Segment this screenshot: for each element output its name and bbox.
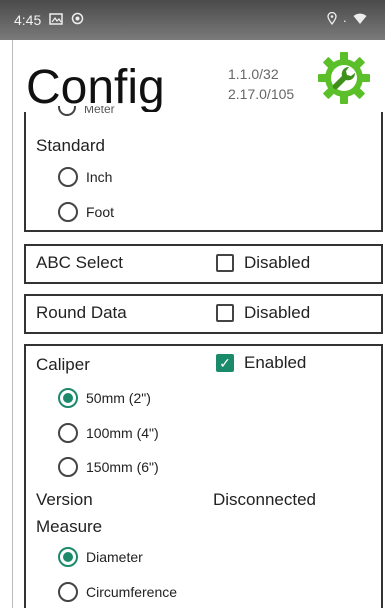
status-left: 4:45 (14, 12, 84, 28)
version-status: Disconnected (213, 490, 317, 509)
round-data-checkbox[interactable] (216, 304, 234, 322)
circumference-radio[interactable] (58, 582, 78, 602)
abc-select-checkbox[interactable] (216, 254, 234, 272)
size-50mm-radio[interactable] (58, 388, 78, 408)
location-icon (327, 11, 337, 28)
image-icon (49, 12, 63, 28)
standard-label: Standard (36, 136, 105, 155)
size-100mm-option[interactable]: 100mm (4") (58, 423, 159, 443)
diameter-option[interactable]: Diameter (58, 547, 143, 567)
meter-option-partial[interactable]: Meter (58, 106, 115, 120)
version-line-1: 1.1.0/32 (228, 66, 279, 82)
clock: 4:45 (14, 12, 42, 28)
round-data-state: Disabled (244, 303, 311, 322)
size-100mm-radio[interactable] (58, 423, 78, 443)
inch-radio[interactable] (58, 167, 78, 187)
wifi-icon (353, 13, 367, 28)
meter-label: Meter (84, 106, 115, 116)
abc-select-toggle[interactable]: Disabled (216, 253, 310, 273)
caliper-checkbox[interactable]: ✓ (216, 354, 234, 372)
circumference-label: Circumference (86, 584, 178, 600)
gear-wrench-icon[interactable] (316, 50, 372, 106)
version-label: Version (36, 490, 93, 509)
foot-label: Foot (86, 204, 115, 220)
round-data-label: Round Data (36, 303, 127, 322)
size-150mm-radio[interactable] (58, 457, 78, 477)
abc-select-label: ABC Select (36, 253, 123, 272)
measure-label: Measure (36, 517, 103, 536)
circumference-option[interactable]: Circumference (58, 582, 177, 602)
caliper-label: Caliper (36, 355, 90, 374)
size-150mm-option[interactable]: 150mm (6") (58, 457, 159, 477)
diameter-label: Diameter (86, 549, 143, 565)
foot-radio[interactable] (58, 202, 78, 222)
dot-separator: · (342, 12, 347, 28)
size-50mm-option[interactable]: 50mm (2") (58, 388, 151, 408)
size-150mm-label: 150mm (6") (86, 459, 159, 475)
status-bar: 4:45 · (0, 0, 385, 40)
size-100mm-label: 100mm (4") (86, 425, 159, 441)
diameter-radio[interactable] (58, 547, 78, 567)
foot-option[interactable]: Foot (58, 202, 114, 222)
caliper-state: Enabled (244, 353, 307, 372)
version-line-2: 2.17.0/105 (228, 86, 295, 102)
meter-radio[interactable] (58, 106, 76, 116)
circle-icon (71, 12, 84, 28)
size-50mm-label: 50mm (2") (86, 390, 151, 406)
inch-label: Inch (86, 169, 113, 185)
version-info: 1.1.0/32 2.17.0/105 (228, 64, 294, 104)
abc-select-state: Disabled (244, 253, 311, 272)
status-right: · (327, 11, 367, 28)
round-data-toggle[interactable]: Disabled (216, 303, 310, 323)
caliper-toggle[interactable]: ✓ Enabled (216, 353, 306, 373)
inch-option[interactable]: Inch (58, 167, 112, 187)
